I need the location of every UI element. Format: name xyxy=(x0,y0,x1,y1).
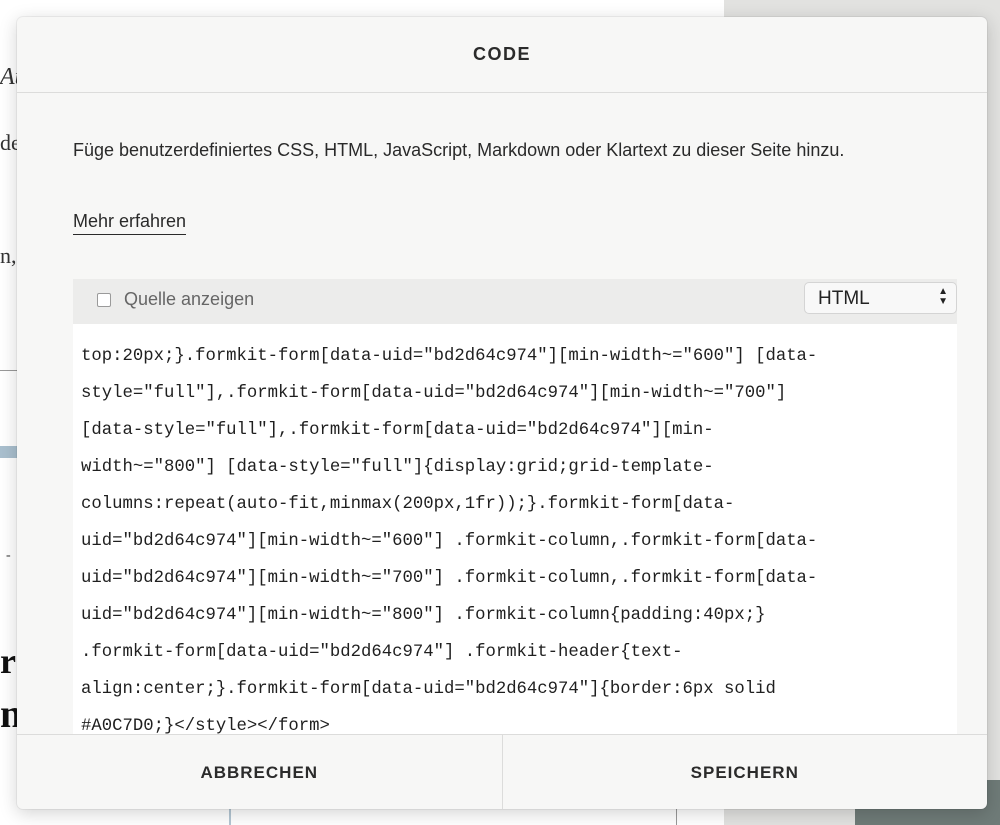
code-line: width~="800"] [data-style="full"]{displa… xyxy=(81,458,714,477)
code-line: uid="bd2d64c974"][min-width~="800"] .for… xyxy=(81,606,766,625)
dialog-description: Füge benutzerdefiniertes CSS, HTML, Java… xyxy=(73,140,845,160)
code-line: uid="bd2d64c974"][min-width~="700"] .for… xyxy=(81,569,818,588)
select-arrows-icon: ▲ ▼ xyxy=(938,286,948,307)
background-text-fragment: n, xyxy=(0,243,17,268)
code-dialog: CODE Füge benutzerdefiniertes CSS, HTML,… xyxy=(17,17,987,809)
show-source-label[interactable]: Quelle anzeigen xyxy=(124,289,254,310)
dialog-header: CODE xyxy=(17,17,987,93)
background-accent-bar xyxy=(0,446,18,458)
code-content[interactable]: top:20px;}.formkit-form[data-uid="bd2d64… xyxy=(81,338,951,745)
learn-more-link[interactable]: Mehr erfahren xyxy=(73,208,187,235)
code-line: [data-style="full"],.formkit-form[data-u… xyxy=(81,421,714,440)
code-toolbar: Quelle anzeigen HTML ▲ ▼ xyxy=(73,279,957,324)
code-line: uid="bd2d64c974"][min-width~="600"] .for… xyxy=(81,532,818,551)
code-line: align:center;}.formkit-form[data-uid="bd… xyxy=(81,680,776,699)
show-source-checkbox[interactable] xyxy=(97,293,111,307)
language-select-value: HTML xyxy=(818,288,870,309)
background-divider xyxy=(0,370,18,371)
code-line: columns:repeat(auto-fit,minmax(200px,1fr… xyxy=(81,495,735,514)
dialog-title: CODE xyxy=(472,44,531,64)
background-text-fragment: - xyxy=(6,548,11,563)
save-button[interactable]: SPEICHERN xyxy=(503,735,988,809)
language-select[interactable]: HTML ▲ ▼ xyxy=(804,282,957,314)
dialog-footer: ABBRECHEN SPEICHERN xyxy=(17,734,987,809)
code-line: .formkit-form[data-uid="bd2d64c974"] .fo… xyxy=(81,643,683,662)
code-line: top:20px;}.formkit-form[data-uid="bd2d64… xyxy=(81,347,818,366)
background-heading-fragment: r xyxy=(0,641,16,681)
cancel-button[interactable]: ABBRECHEN xyxy=(17,735,503,809)
code-line: style="full"],.formkit-form[data-uid="bd… xyxy=(81,384,787,403)
code-editor[interactable]: top:20px;}.formkit-form[data-uid="bd2d64… xyxy=(73,324,957,736)
